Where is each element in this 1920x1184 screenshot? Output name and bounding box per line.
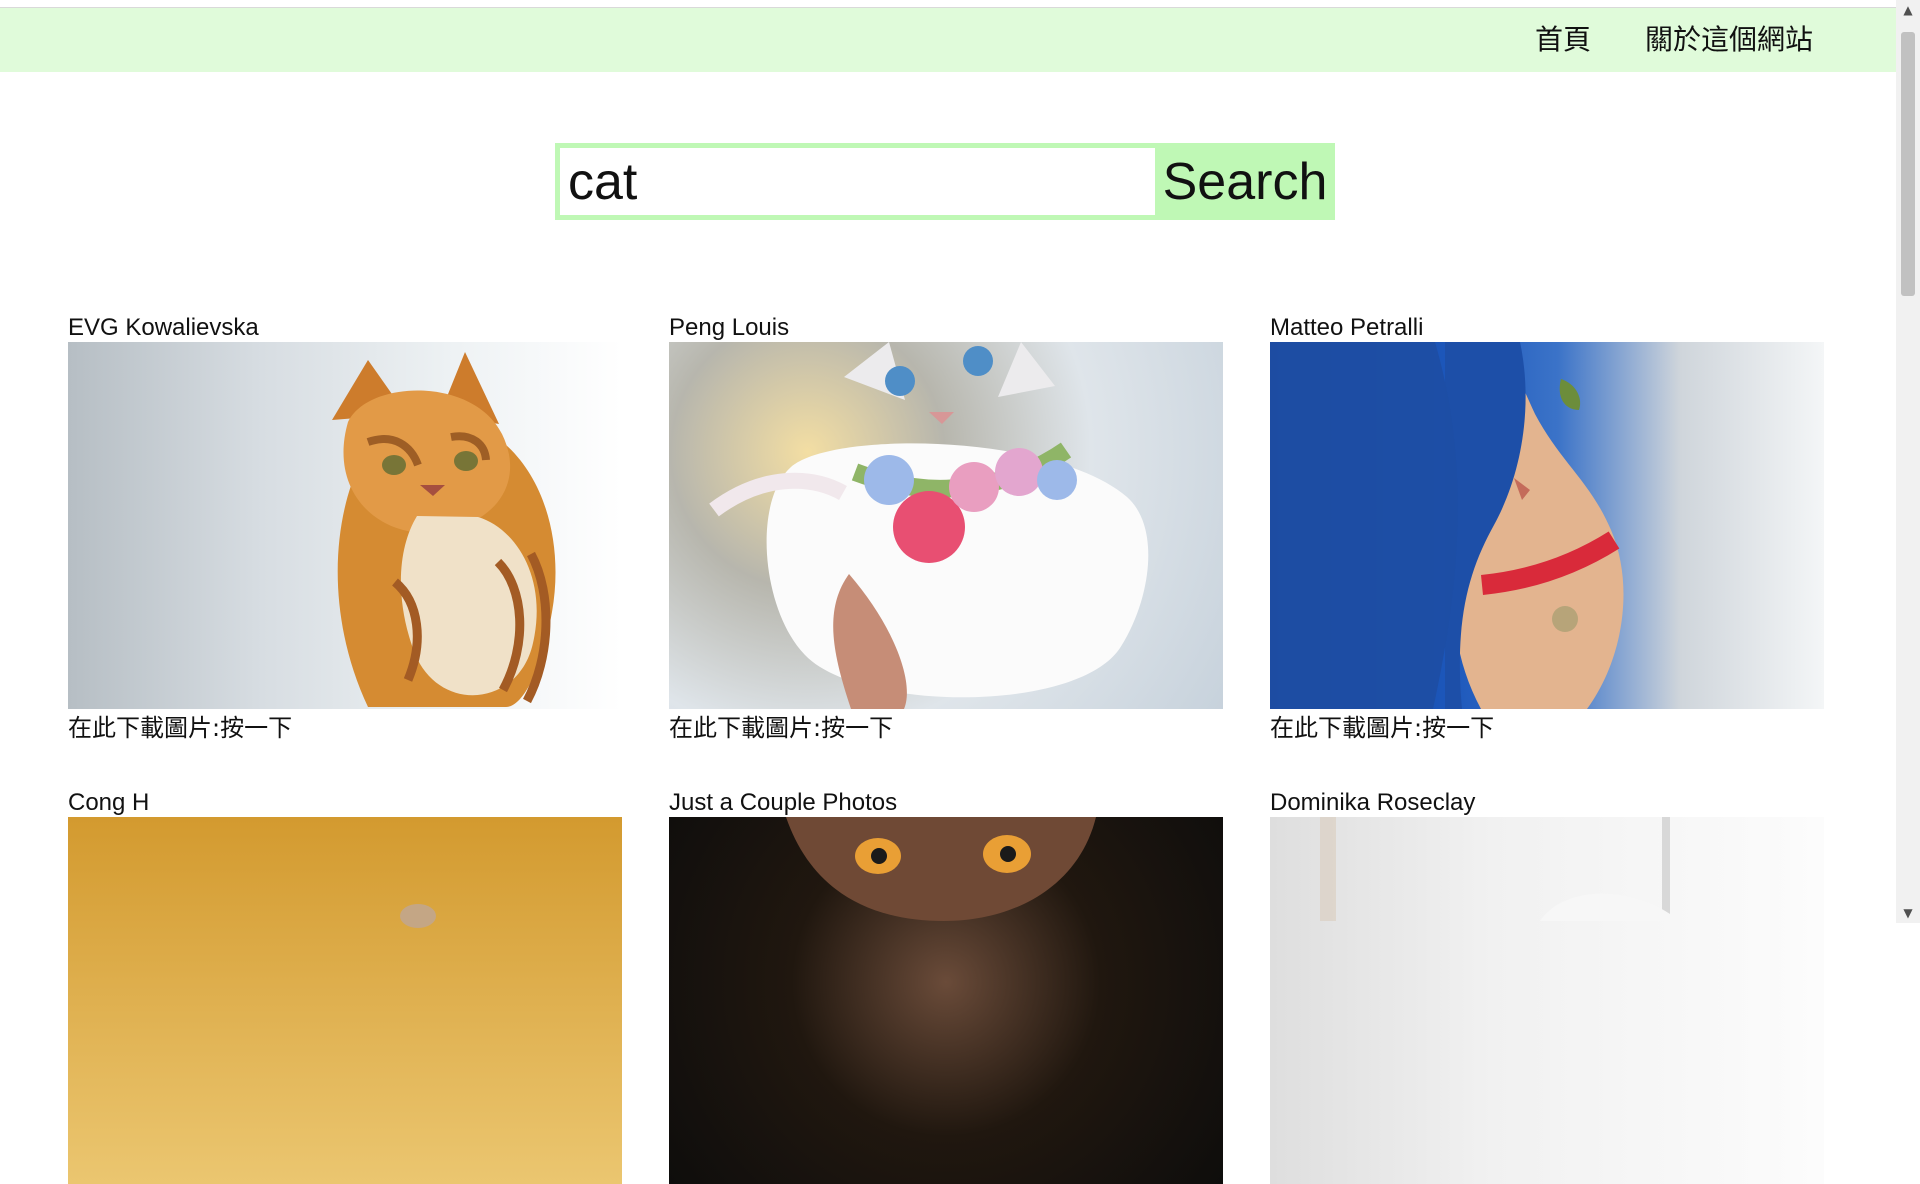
photographer-name: Dominika Roseclay	[1270, 789, 1476, 816]
photographer-name: EVG Kowalievska	[68, 314, 259, 341]
cat-photo[interactable]	[1270, 342, 1824, 709]
cat-photo[interactable]	[669, 817, 1223, 1184]
white-kitten-illustration	[709, 342, 1149, 709]
white-interior-illustration	[1320, 817, 1680, 921]
image-results-grid: EVG Kowalievska 在此下載圖片:按一下 Peng Louis 在此…	[0, 0, 1896, 1184]
golden-background-illustration	[400, 904, 436, 928]
photographer-name: Matteo Petralli	[1270, 314, 1424, 341]
scrollbar-thumb[interactable]	[1901, 32, 1915, 296]
download-instruction[interactable]: 在此下載圖片:按一下	[669, 714, 893, 742]
cat-photo[interactable]	[68, 817, 622, 1184]
vertical-scrollbar[interactable]: ▲ ▼	[1896, 0, 1920, 923]
orange-cat-illustration	[332, 352, 556, 707]
scroll-down-arrow-icon[interactable]: ▼	[1896, 905, 1920, 921]
download-instruction[interactable]: 在此下載圖片:按一下	[68, 714, 292, 742]
cat-photo[interactable]	[669, 342, 1223, 709]
photographer-name: Just a Couple Photos	[669, 789, 898, 816]
download-instruction[interactable]: 在此下載圖片:按一下	[1270, 714, 1494, 742]
peeking-cat-illustration	[1270, 342, 1624, 709]
dark-cat-face-illustration	[786, 817, 1096, 921]
photographer-name: Peng Louis	[669, 314, 790, 341]
cat-photo[interactable]	[1270, 817, 1824, 1184]
scroll-up-arrow-icon[interactable]: ▲	[1896, 2, 1920, 18]
cat-photo[interactable]	[68, 342, 622, 709]
photographer-name: Cong H	[68, 789, 150, 816]
